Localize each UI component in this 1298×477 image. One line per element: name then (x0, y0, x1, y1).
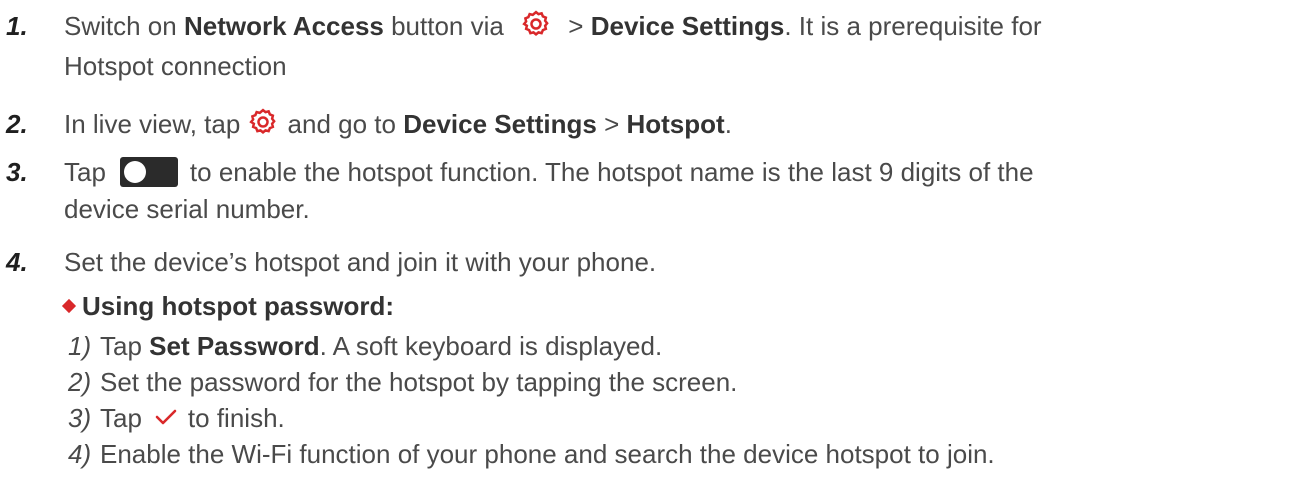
step-text-part: button via (383, 11, 512, 41)
gear-icon (521, 9, 551, 48)
step-text-part: > (561, 11, 591, 41)
bullet-heading-text: Using hotspot password: (82, 291, 394, 321)
checkmark-icon (154, 400, 178, 436)
step-text-part: Tap (64, 157, 106, 187)
gear-icon (248, 107, 278, 146)
step-text-part: device serial number. (64, 194, 310, 225)
substep-text: Tap Set Password. A soft keyboard is dis… (100, 328, 662, 364)
instruction-document: 1. Switch on Network Access button via >… (0, 0, 1298, 477)
step-text-part: to enable the hotspot function. The hots… (189, 157, 1034, 187)
step-number: 3. (6, 157, 28, 187)
toggle-knob (123, 161, 146, 184)
substep-number: 3) (68, 403, 92, 433)
step-text: In live view, tap and go to Device Setti… (64, 106, 1274, 146)
bullet-heading: Using hotspot password: (61, 290, 394, 322)
substep-number: 1) (68, 331, 92, 361)
step-number: 2. (6, 109, 28, 139)
step-text: Tap to enable the hotspot function. The h… (64, 154, 1274, 227)
step-text-part: Hotspot connection (64, 50, 287, 81)
step-text-part: and go to (287, 109, 404, 139)
step-number: 1. (6, 11, 28, 41)
substep-text-part: . A soft keyboard is displayed. (319, 331, 663, 361)
substep-text-part: Tap (100, 331, 150, 361)
diamond-bullet-icon (61, 299, 77, 314)
step-text: Set the device’s hotspot and join it wit… (64, 247, 657, 277)
toggle-switch-icon (119, 157, 178, 188)
set-password-label: Set Password (149, 331, 320, 361)
step-text-part: . (724, 109, 732, 139)
substep-text-part: Tap (100, 403, 142, 433)
device-settings-label: Device Settings (590, 11, 785, 41)
step-text-part: > (596, 109, 627, 139)
step-text-part: . It is a prerequisite for (784, 11, 1042, 41)
step-text: Switch on Network Access button via > De… (64, 8, 1274, 84)
substep-text: Set the password for the hotspot by tapp… (100, 367, 738, 397)
substep-text: Tap to finish. (100, 400, 285, 440)
step-text-part: In live view, tap (64, 109, 248, 139)
step-text-part: Switch on (64, 11, 184, 41)
substep-number: 4) (68, 439, 92, 469)
substep-number: 2) (68, 367, 92, 397)
device-settings-label: Device Settings (403, 109, 597, 139)
substep-text: Enable the Wi-Fi function of your phone … (100, 439, 995, 469)
hotspot-label: Hotspot (626, 109, 725, 139)
step-number: 4. (6, 247, 28, 277)
substep-text-part: to finish. (187, 403, 285, 433)
network-access-label: Network Access (183, 11, 384, 41)
